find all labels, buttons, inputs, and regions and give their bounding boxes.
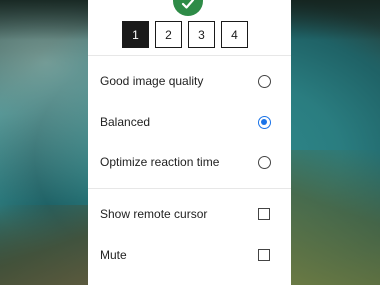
display-button-4[interactable]: 4 — [221, 21, 248, 48]
display-selector: 1 2 3 4 — [122, 21, 248, 49]
quality-option-good-image[interactable]: Good image quality — [88, 63, 291, 99]
quality-option-balanced[interactable]: Balanced — [88, 104, 291, 140]
quality-option-label: Balanced — [100, 115, 151, 129]
shield-check-icon — [173, 0, 203, 16]
background-hill — [290, 150, 380, 285]
setting-show-remote-cursor[interactable]: Show remote cursor — [88, 196, 291, 232]
checkbox-mute[interactable] — [258, 249, 270, 261]
display-button-1[interactable]: 1 — [122, 21, 149, 48]
setting-mute[interactable]: Mute — [88, 237, 291, 273]
display-button-3[interactable]: 3 — [188, 21, 215, 48]
session-settings-panel: 1 2 3 4 Good image quality Balanced Opti… — [88, 0, 291, 285]
quality-option-optimize-reaction[interactable]: Optimize reaction time — [88, 144, 291, 180]
setting-label: Mute — [100, 248, 127, 262]
checkbox-show-remote-cursor[interactable] — [258, 208, 270, 220]
display-button-2[interactable]: 2 — [155, 21, 182, 48]
quality-option-label: Optimize reaction time — [100, 155, 220, 169]
radio-optimize-reaction-time[interactable] — [258, 155, 271, 169]
quality-option-label: Good image quality — [100, 74, 204, 88]
divider — [88, 188, 291, 189]
background-shore — [0, 205, 90, 285]
radio-balanced[interactable] — [258, 115, 271, 129]
checkmark-icon — [181, 0, 195, 9]
setting-label: Show remote cursor — [100, 207, 208, 221]
radio-good-image-quality[interactable] — [258, 74, 271, 88]
divider — [88, 55, 291, 56]
